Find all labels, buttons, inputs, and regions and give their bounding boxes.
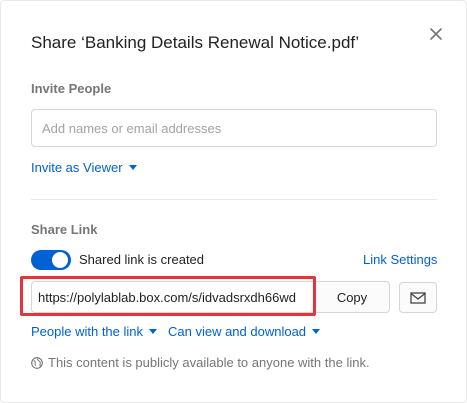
link-permission-label: Can view and download: [168, 324, 307, 339]
globe-icon: [31, 356, 43, 369]
invite-permission-dropdown[interactable]: Invite as Viewer: [31, 160, 137, 175]
chevron-down-icon: [312, 329, 321, 334]
share-link-label: Share Link: [31, 222, 98, 237]
invite-permission-label: Invite as Viewer: [31, 160, 123, 175]
invite-email-input[interactable]: [31, 109, 437, 147]
toggle-knob: [52, 252, 68, 268]
chevron-down-icon: [149, 329, 158, 334]
link-access-dropdown[interactable]: People with the link: [31, 324, 158, 339]
section-divider: [31, 199, 437, 200]
shared-link-url-field[interactable]: [31, 281, 314, 313]
envelope-icon: [410, 291, 426, 304]
public-availability-note: This content is publicly available to an…: [31, 355, 370, 370]
copy-button[interactable]: Copy: [314, 281, 390, 313]
link-access-label: People with the link: [31, 324, 144, 339]
invite-people-label: Invite People: [31, 81, 112, 96]
close-icon: [430, 28, 442, 40]
dialog-title: Share ‘Banking Details Renewal Notice.pd…: [31, 33, 360, 52]
close-button[interactable]: [425, 23, 447, 45]
chevron-down-icon: [128, 165, 137, 170]
link-permission-dropdown[interactable]: Can view and download: [168, 324, 321, 339]
public-note-text: This content is publicly available to an…: [48, 355, 370, 370]
shared-link-toggle[interactable]: [31, 250, 71, 270]
link-settings-link[interactable]: Link Settings: [363, 252, 437, 267]
share-dialog: Share ‘Banking Details Renewal Notice.pd…: [0, 0, 467, 403]
shared-link-status: Shared link is created: [79, 252, 205, 267]
email-link-button[interactable]: [399, 282, 437, 313]
